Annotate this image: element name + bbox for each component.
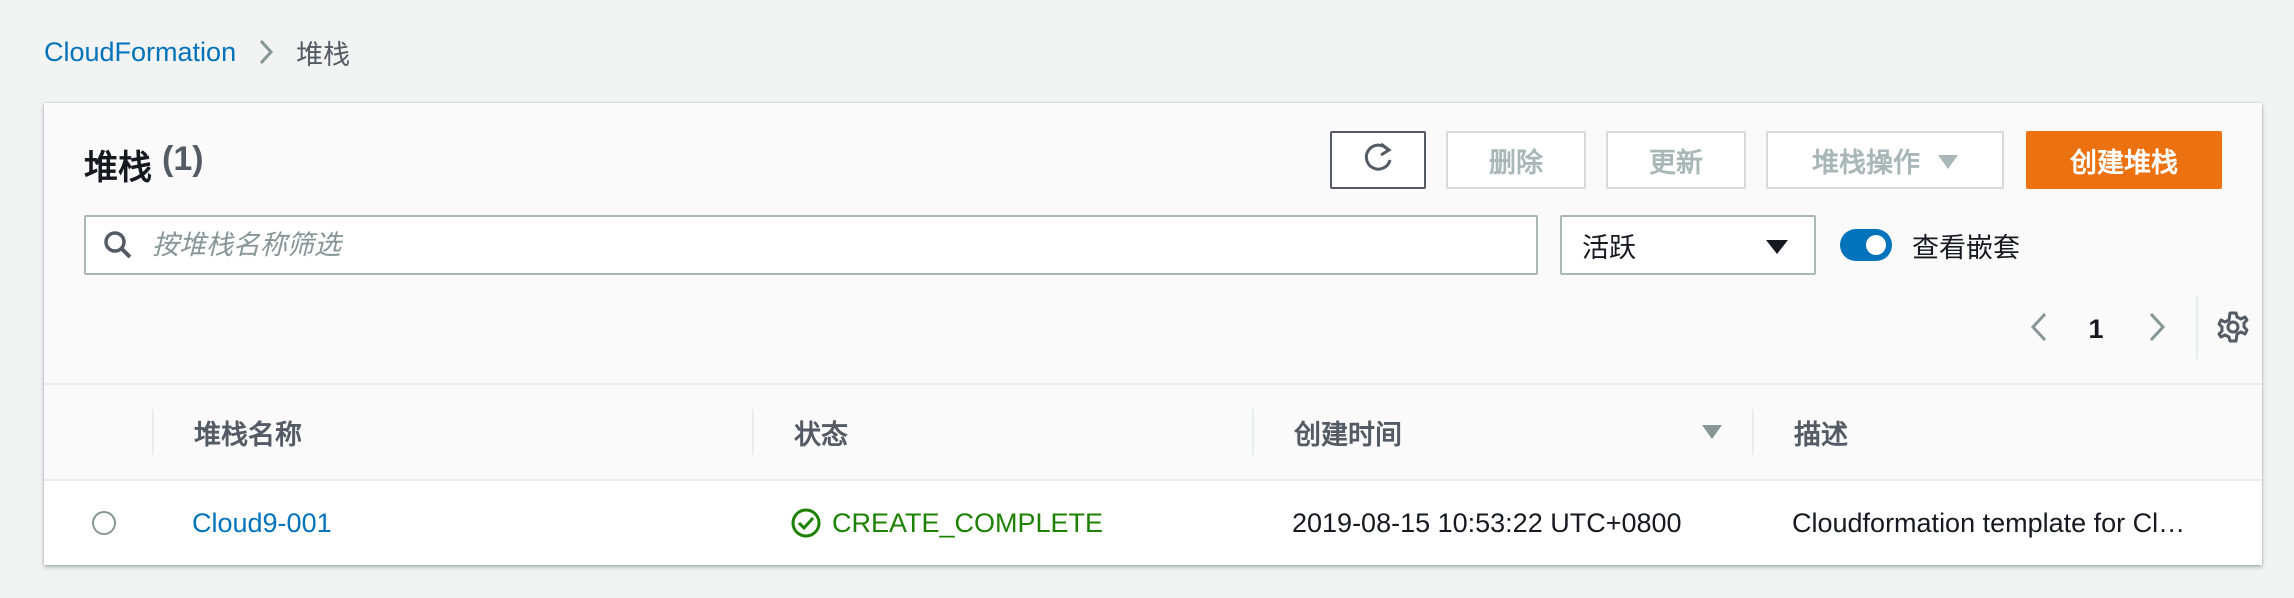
- created-time-cell: 2019-08-15 10:53:22 UTC+0800: [1292, 507, 1682, 538]
- stack-count: (1): [162, 140, 204, 178]
- column-divider: [752, 409, 754, 455]
- breadcrumb: CloudFormation 堆栈: [44, 30, 350, 74]
- view-nested-label: 查看嵌套: [1912, 232, 2020, 263]
- status-filter-value: 活跃: [1582, 232, 1636, 263]
- page-title-text: 堆栈: [84, 149, 152, 187]
- row-select-radio[interactable]: [92, 511, 116, 535]
- chevron-right-icon: [2148, 312, 2166, 347]
- breadcrumb-current: 堆栈: [296, 39, 351, 70]
- caret-down-icon: [1766, 230, 1788, 261]
- table-settings-button[interactable]: [2204, 303, 2262, 355]
- column-header-created-time[interactable]: 创建时间: [1294, 385, 1402, 479]
- stack-actions-label: 堆栈操作: [1812, 147, 1920, 178]
- description-cell: Cloudformation template for Cl…: [1792, 507, 2186, 538]
- column-header-stack-name[interactable]: 堆栈名称: [194, 385, 302, 479]
- update-button[interactable]: 更新: [1606, 131, 1746, 189]
- toggle-switch[interactable]: [1840, 229, 1892, 261]
- panel-header: 堆栈 (1) 删除 更新 堆栈操作 创建堆栈 按堆栈名称筛选 活跃 查看嵌套 1: [44, 103, 2262, 385]
- search-input[interactable]: [150, 228, 1514, 262]
- check-circle-icon: [790, 507, 822, 539]
- chevron-right-icon: [236, 39, 296, 65]
- refresh-icon: [1361, 140, 1395, 181]
- row-select-cell: [84, 481, 124, 565]
- status-filter-select[interactable]: 活跃: [1560, 215, 1816, 275]
- chevron-left-icon: [2030, 312, 2048, 347]
- stack-actions-button[interactable]: 堆栈操作: [1766, 131, 2004, 189]
- page-title: 堆栈 (1): [84, 140, 204, 189]
- current-page-number[interactable]: 1: [2074, 303, 2118, 355]
- column-header-description[interactable]: 描述: [1794, 385, 1848, 479]
- refresh-button[interactable]: [1330, 131, 1426, 189]
- gear-icon: [2216, 310, 2250, 349]
- column-divider: [152, 409, 154, 455]
- status-cell: CREATE_COMPLETE: [790, 481, 1103, 565]
- column-divider: [1252, 409, 1254, 455]
- pagination-divider: [2196, 295, 2198, 359]
- previous-page-button[interactable]: [2014, 303, 2064, 355]
- sort-descending-icon[interactable]: [1692, 385, 1732, 479]
- table-header: 堆栈名称 状态 创建时间 描述: [44, 385, 2262, 481]
- toggle-knob: [1866, 235, 1886, 255]
- column-divider: [1752, 409, 1754, 455]
- search-icon: [86, 230, 150, 260]
- column-header-status[interactable]: 状态: [794, 385, 848, 479]
- caret-down-icon: [1938, 145, 1958, 176]
- stacks-panel: 堆栈 (1) 删除 更新 堆栈操作 创建堆栈 按堆栈名称筛选 活跃 查看嵌套 1…: [44, 103, 2262, 565]
- breadcrumb-cloudformation-link[interactable]: CloudFormation: [44, 37, 236, 68]
- view-nested-toggle[interactable]: 查看嵌套: [1840, 219, 2020, 271]
- stack-name-link[interactable]: Cloud9-001: [192, 508, 332, 539]
- delete-button[interactable]: 删除: [1446, 131, 1586, 189]
- search-field: [84, 215, 1538, 275]
- status-text: CREATE_COMPLETE: [832, 507, 1104, 538]
- next-page-button[interactable]: [2132, 303, 2182, 355]
- create-stack-button[interactable]: 创建堆栈: [2026, 131, 2222, 189]
- stack-name-cell: Cloud9-001: [192, 481, 332, 565]
- table-row: Cloud9-001 CREATE_COMPLETE 2019-08-15 10…: [44, 481, 2262, 565]
